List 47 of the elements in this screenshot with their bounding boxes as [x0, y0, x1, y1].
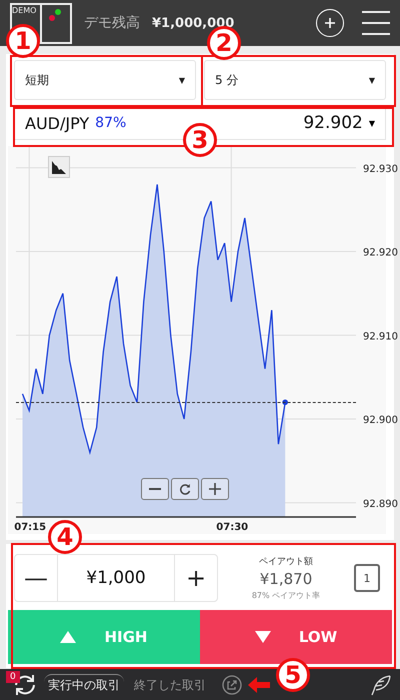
reset-button[interactable] — [171, 478, 199, 500]
sync-icon — [12, 672, 38, 696]
external-link-icon[interactable] — [222, 674, 242, 694]
zoom-out-button[interactable] — [141, 478, 169, 500]
y-axis-label: 92.900 — [363, 415, 398, 426]
trades-tab[interactable]: 終了した取引 — [130, 674, 210, 696]
trades-tab[interactable]: 実行中の取引 — [44, 674, 124, 696]
decrease-button[interactable]: — — [15, 555, 57, 601]
select-value: 短期 — [25, 72, 49, 88]
minus-icon — [149, 488, 161, 490]
chart-type-icon[interactable] — [48, 156, 70, 178]
quantity-button[interactable]: 1 — [354, 564, 380, 592]
payout-amount: ¥1,870 — [260, 570, 312, 588]
logo-text: DEMO — [12, 6, 36, 14]
select-value: 5 分 — [215, 72, 238, 88]
amount-field[interactable]: ¥1,000 — [57, 555, 175, 601]
down-triangle-icon — [254, 631, 271, 643]
caret-icon: ▼ — [178, 76, 185, 84]
dropdown-select[interactable]: 5 分 ▼ — [204, 60, 386, 100]
dropdown-select[interactable]: 短期 ▼ — [14, 60, 196, 100]
currency-pair: AUD/JPY — [25, 114, 90, 132]
y-axis-label: 92.930 — [363, 164, 398, 175]
feather-icon[interactable] — [370, 674, 392, 696]
menu-button[interactable] — [362, 11, 390, 35]
up-triangle-icon — [60, 631, 76, 643]
x-axis-label: 07:15 — [14, 522, 46, 533]
payout-percent: 87% — [95, 115, 128, 131]
balance-label: デモ残高 — [84, 14, 140, 32]
zoom-in-button[interactable] — [201, 478, 229, 500]
payout-label: ペイアウト額 — [259, 556, 313, 568]
y-axis-label: 92.890 — [363, 498, 398, 510]
y-axis-label: 92.920 — [363, 248, 398, 259]
plus-icon — [324, 17, 336, 29]
x-axis-label: 07:30 — [216, 522, 248, 533]
y-axis-label: 92.910 — [363, 331, 398, 342]
caret-icon: ▼ — [368, 118, 375, 128]
low-button[interactable]: LOW — [200, 610, 392, 664]
arrow-annotation — [248, 676, 270, 692]
current-price-dot — [282, 399, 288, 406]
count-badge: 0 — [6, 671, 20, 683]
plus-icon — [209, 483, 221, 495]
refresh-icon — [179, 483, 191, 495]
asset-price: 92.902 — [303, 113, 363, 133]
caret-icon: ▼ — [368, 76, 375, 84]
payout-rate: 87% ペイアウト率 — [252, 590, 320, 601]
increase-button[interactable]: + — [175, 555, 217, 601]
add-button[interactable] — [316, 9, 344, 37]
